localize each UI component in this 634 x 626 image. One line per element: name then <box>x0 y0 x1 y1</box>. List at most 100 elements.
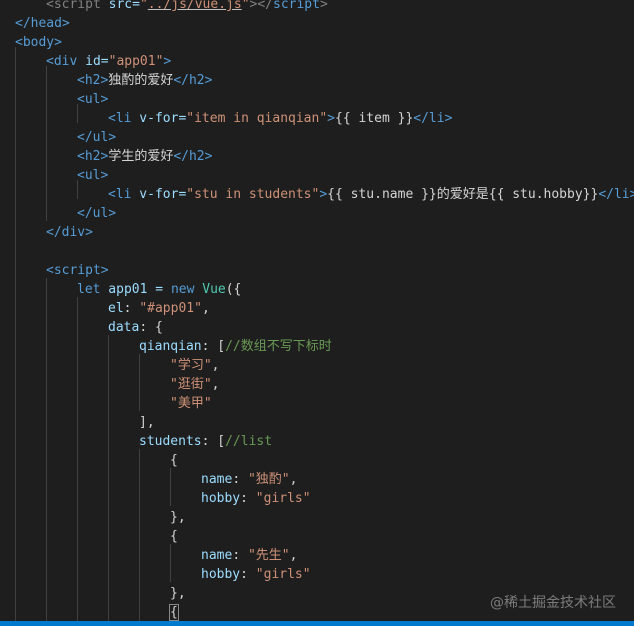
code-line[interactable]: </div> <box>46 223 93 242</box>
code-line[interactable]: <h2>独酌的爱好</h2> <box>77 71 212 90</box>
code-line[interactable]: hobby: "girls" <box>201 489 311 508</box>
punctuation: , <box>289 472 298 487</box>
punctuation: { <box>170 453 178 468</box>
identifier: app01 = <box>100 282 171 297</box>
punctuation: }, <box>170 510 186 525</box>
string: "美甲" <box>170 396 212 411</box>
code-line[interactable]: <ul> <box>77 90 108 109</box>
code-line[interactable]: "学习", <box>170 356 219 375</box>
punctuation: : <box>240 567 256 582</box>
property: name <box>201 472 233 487</box>
property: data <box>108 320 140 335</box>
punctuation: : [ <box>201 434 226 449</box>
string: "item in qianqian" <box>186 111 328 126</box>
punctuation: ></ <box>249 0 273 12</box>
code-line[interactable]: </ul> <box>77 204 116 223</box>
code-line[interactable]: students: [//list <box>139 432 272 451</box>
punctuation: : <box>232 548 248 563</box>
comment: //数组不写下标时 <box>225 339 332 354</box>
code-line[interactable]: qianqian: [//数组不写下标时 <box>139 337 332 356</box>
text: {{ item }} <box>335 111 414 126</box>
code-line[interactable]: name: "先生", <box>201 546 297 565</box>
code-line[interactable]: ], <box>139 413 155 432</box>
punctuation: : <box>240 491 256 506</box>
indent-guide <box>46 278 47 621</box>
indent-guide <box>15 47 16 621</box>
string: "先生" <box>247 548 290 563</box>
tag: </h2> <box>173 73 213 88</box>
tag: </li> <box>413 111 453 126</box>
punctuation: , <box>211 377 220 392</box>
string: "独酌" <box>247 472 290 487</box>
punctuation: : [ <box>201 339 226 354</box>
text: 学生的爱好 <box>108 149 174 164</box>
indent-guide <box>170 544 171 582</box>
code-line[interactable]: <ul> <box>77 166 108 185</box>
tag: </head> <box>15 16 70 31</box>
tag: <ul> <box>77 92 109 107</box>
code-line[interactable]: }, <box>170 508 186 527</box>
indent-guide <box>139 449 140 621</box>
code-line[interactable]: hobby: "girls" <box>201 565 311 584</box>
property: el <box>108 301 124 316</box>
tag: <li <box>108 111 132 126</box>
code-line[interactable]: }, <box>170 584 186 603</box>
indent-guide <box>139 354 140 411</box>
code-editor[interactable]: <script src="../js/vue.js"></script> </h… <box>0 0 634 621</box>
tag: <body> <box>15 35 62 50</box>
tag: > <box>319 187 328 202</box>
code-line[interactable]: "逛街", <box>170 375 219 394</box>
indent-guide <box>77 297 78 621</box>
punctuation: : { <box>139 320 163 335</box>
tag: </li> <box>598 187 634 202</box>
tag: <h2> <box>77 73 109 88</box>
punctuation: > <box>319 0 328 12</box>
string: "stu in students" <box>186 187 320 202</box>
code-line[interactable]: <script> <box>46 261 109 280</box>
code-line[interactable]: <div id="app01"> <box>46 52 171 71</box>
code-line[interactable]: "美甲" <box>170 394 212 413</box>
keyword: let <box>77 282 101 297</box>
string: "学习" <box>170 358 212 373</box>
attribute: id= <box>77 54 109 69</box>
code-line[interactable]: data: { <box>108 318 163 337</box>
code-line[interactable]: <script src="../js/vue.js"></script> <box>46 0 328 14</box>
property: hobby <box>201 567 241 582</box>
string: "girls" <box>255 567 311 582</box>
string: " <box>139 0 148 12</box>
code-line[interactable]: { <box>170 527 178 546</box>
text: {{ stu.name }}的爱好是{{ stu.hobby}} <box>327 187 599 202</box>
tag: </div> <box>46 225 93 240</box>
tag: <ul> <box>77 168 109 183</box>
string-link[interactable]: ../js/vue.js <box>148 0 242 12</box>
string: "girls" <box>255 491 311 506</box>
string: "app01" <box>108 54 164 69</box>
watermark: @稀土掘金技术社区 <box>490 595 616 611</box>
code-line[interactable]: <li v-for="item in qianqian">{{ item }}<… <box>108 109 452 128</box>
punctuation: ], <box>139 415 155 430</box>
comment: //list <box>225 434 273 449</box>
status-bar <box>0 621 634 626</box>
attribute: v-for= <box>131 111 187 126</box>
code-line[interactable]: { <box>170 451 178 470</box>
indent-guide <box>108 335 109 621</box>
code-line[interactable]: el: "#app01", <box>108 299 210 318</box>
tag: </h2> <box>173 149 213 164</box>
tag: <div <box>46 54 78 69</box>
tag: script <box>273 0 320 12</box>
code-line[interactable]: </head> <box>15 14 70 33</box>
code-line[interactable]: <li v-for="stu in students">{{ stu.name … <box>108 185 634 204</box>
attribute: v-for= <box>131 187 187 202</box>
indent-guide <box>46 66 47 221</box>
tag: <script> <box>46 263 109 278</box>
code-line[interactable]: <body> <box>15 33 62 52</box>
code-line[interactable]: let app01 = new Vue({ <box>77 280 241 299</box>
punctuation: : <box>232 472 248 487</box>
code-line[interactable]: </ul> <box>77 128 116 147</box>
code-line[interactable]: { <box>169 603 179 621</box>
code-line[interactable]: <h2>学生的爱好</h2> <box>77 147 212 166</box>
punctuation: }, <box>170 586 186 601</box>
punctuation: { <box>170 529 178 544</box>
punctuation: , <box>211 358 220 373</box>
code-line[interactable]: name: "独酌", <box>201 470 297 489</box>
